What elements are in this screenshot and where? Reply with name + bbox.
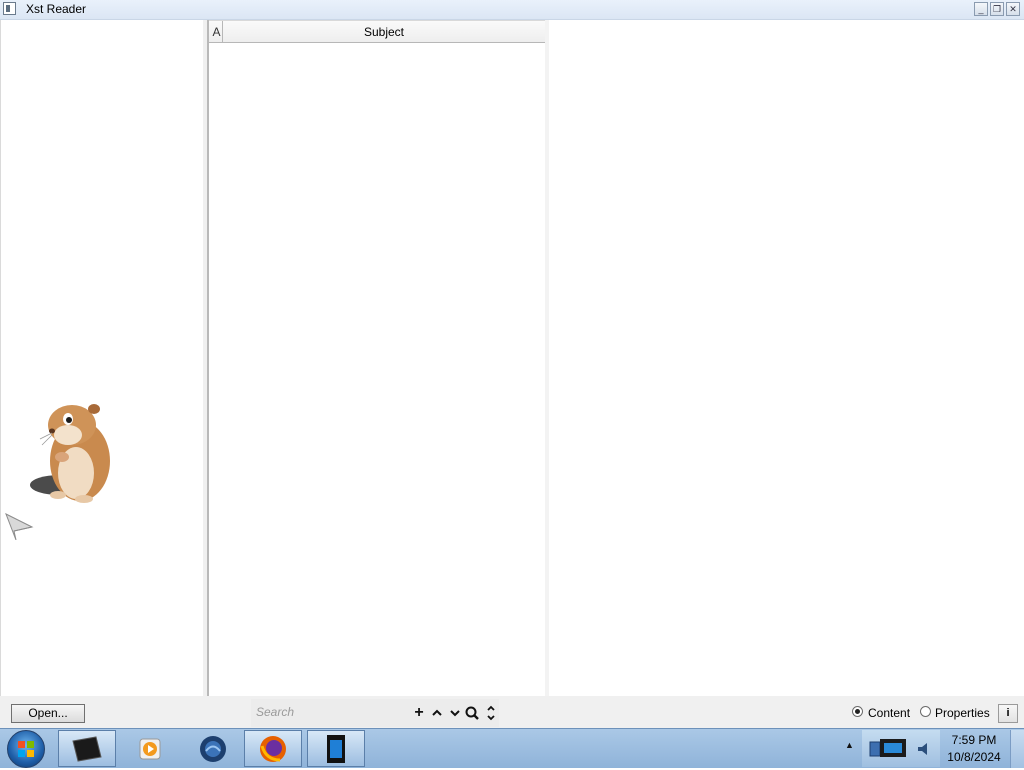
volume-icon[interactable] <box>916 740 932 758</box>
taskbar-firefox[interactable] <box>244 730 302 767</box>
tray-expand-icon[interactable]: ▲ <box>845 740 854 750</box>
content-pane <box>549 20 1024 696</box>
show-desktop-button[interactable] <box>1010 730 1024 768</box>
plus-icon[interactable]: + <box>411 703 427 723</box>
column-header-subject[interactable]: Subject <box>223 21 545 42</box>
column-header-attachment[interactable]: A <box>211 21 223 42</box>
up-down-icon[interactable] <box>483 703 499 723</box>
search-bar: + <box>251 699 499 727</box>
taskbar-terminal[interactable] <box>58 730 116 767</box>
terminal-icon <box>72 735 102 762</box>
paper-plane-icon <box>5 512 34 540</box>
title-bar: Xst Reader _ ❐ ✕ <box>0 0 1024 20</box>
clock-date[interactable]: 10/8/2024 <box>940 750 1008 764</box>
system-tray <box>862 730 940 767</box>
folder-tree-pane[interactable] <box>0 20 203 696</box>
column-header: A Subject <box>209 20 545 43</box>
taskbar-xst-reader[interactable] <box>307 730 365 767</box>
message-list-pane[interactable]: A Subject <box>207 20 545 696</box>
thunderbird-icon <box>200 735 226 762</box>
properties-radio-label[interactable]: Properties <box>935 706 990 720</box>
close-button[interactable]: ✕ <box>1006 2 1020 16</box>
media-player-icon <box>139 738 161 759</box>
content-radio[interactable] <box>852 706 863 717</box>
chevron-down-icon[interactable] <box>447 703 463 723</box>
content-radio-label[interactable]: Content <box>868 706 910 720</box>
hamster-mascot <box>30 404 110 503</box>
clock-time[interactable]: 7:59 PM <box>940 733 1008 747</box>
start-button[interactable] <box>7 730 45 768</box>
network-icon[interactable] <box>868 736 912 762</box>
open-button[interactable]: Open... <box>11 704 85 723</box>
info-button[interactable]: i <box>998 704 1018 723</box>
app-icon <box>3 2 16 15</box>
windows-logo-icon <box>18 741 34 757</box>
search-input[interactable] <box>253 703 409 721</box>
xst-reader-icon <box>327 734 345 763</box>
window-title: Xst Reader <box>26 2 87 16</box>
taskbar-thunderbird[interactable] <box>184 730 242 767</box>
magnifier-icon[interactable] <box>464 703 480 723</box>
firefox-icon <box>260 735 286 762</box>
taskbar-media-player[interactable] <box>121 730 179 767</box>
restore-button[interactable]: ❐ <box>990 2 1004 16</box>
properties-radio[interactable] <box>920 706 931 717</box>
chevron-up-icon[interactable] <box>429 703 445 723</box>
minimize-button[interactable]: _ <box>974 2 988 16</box>
